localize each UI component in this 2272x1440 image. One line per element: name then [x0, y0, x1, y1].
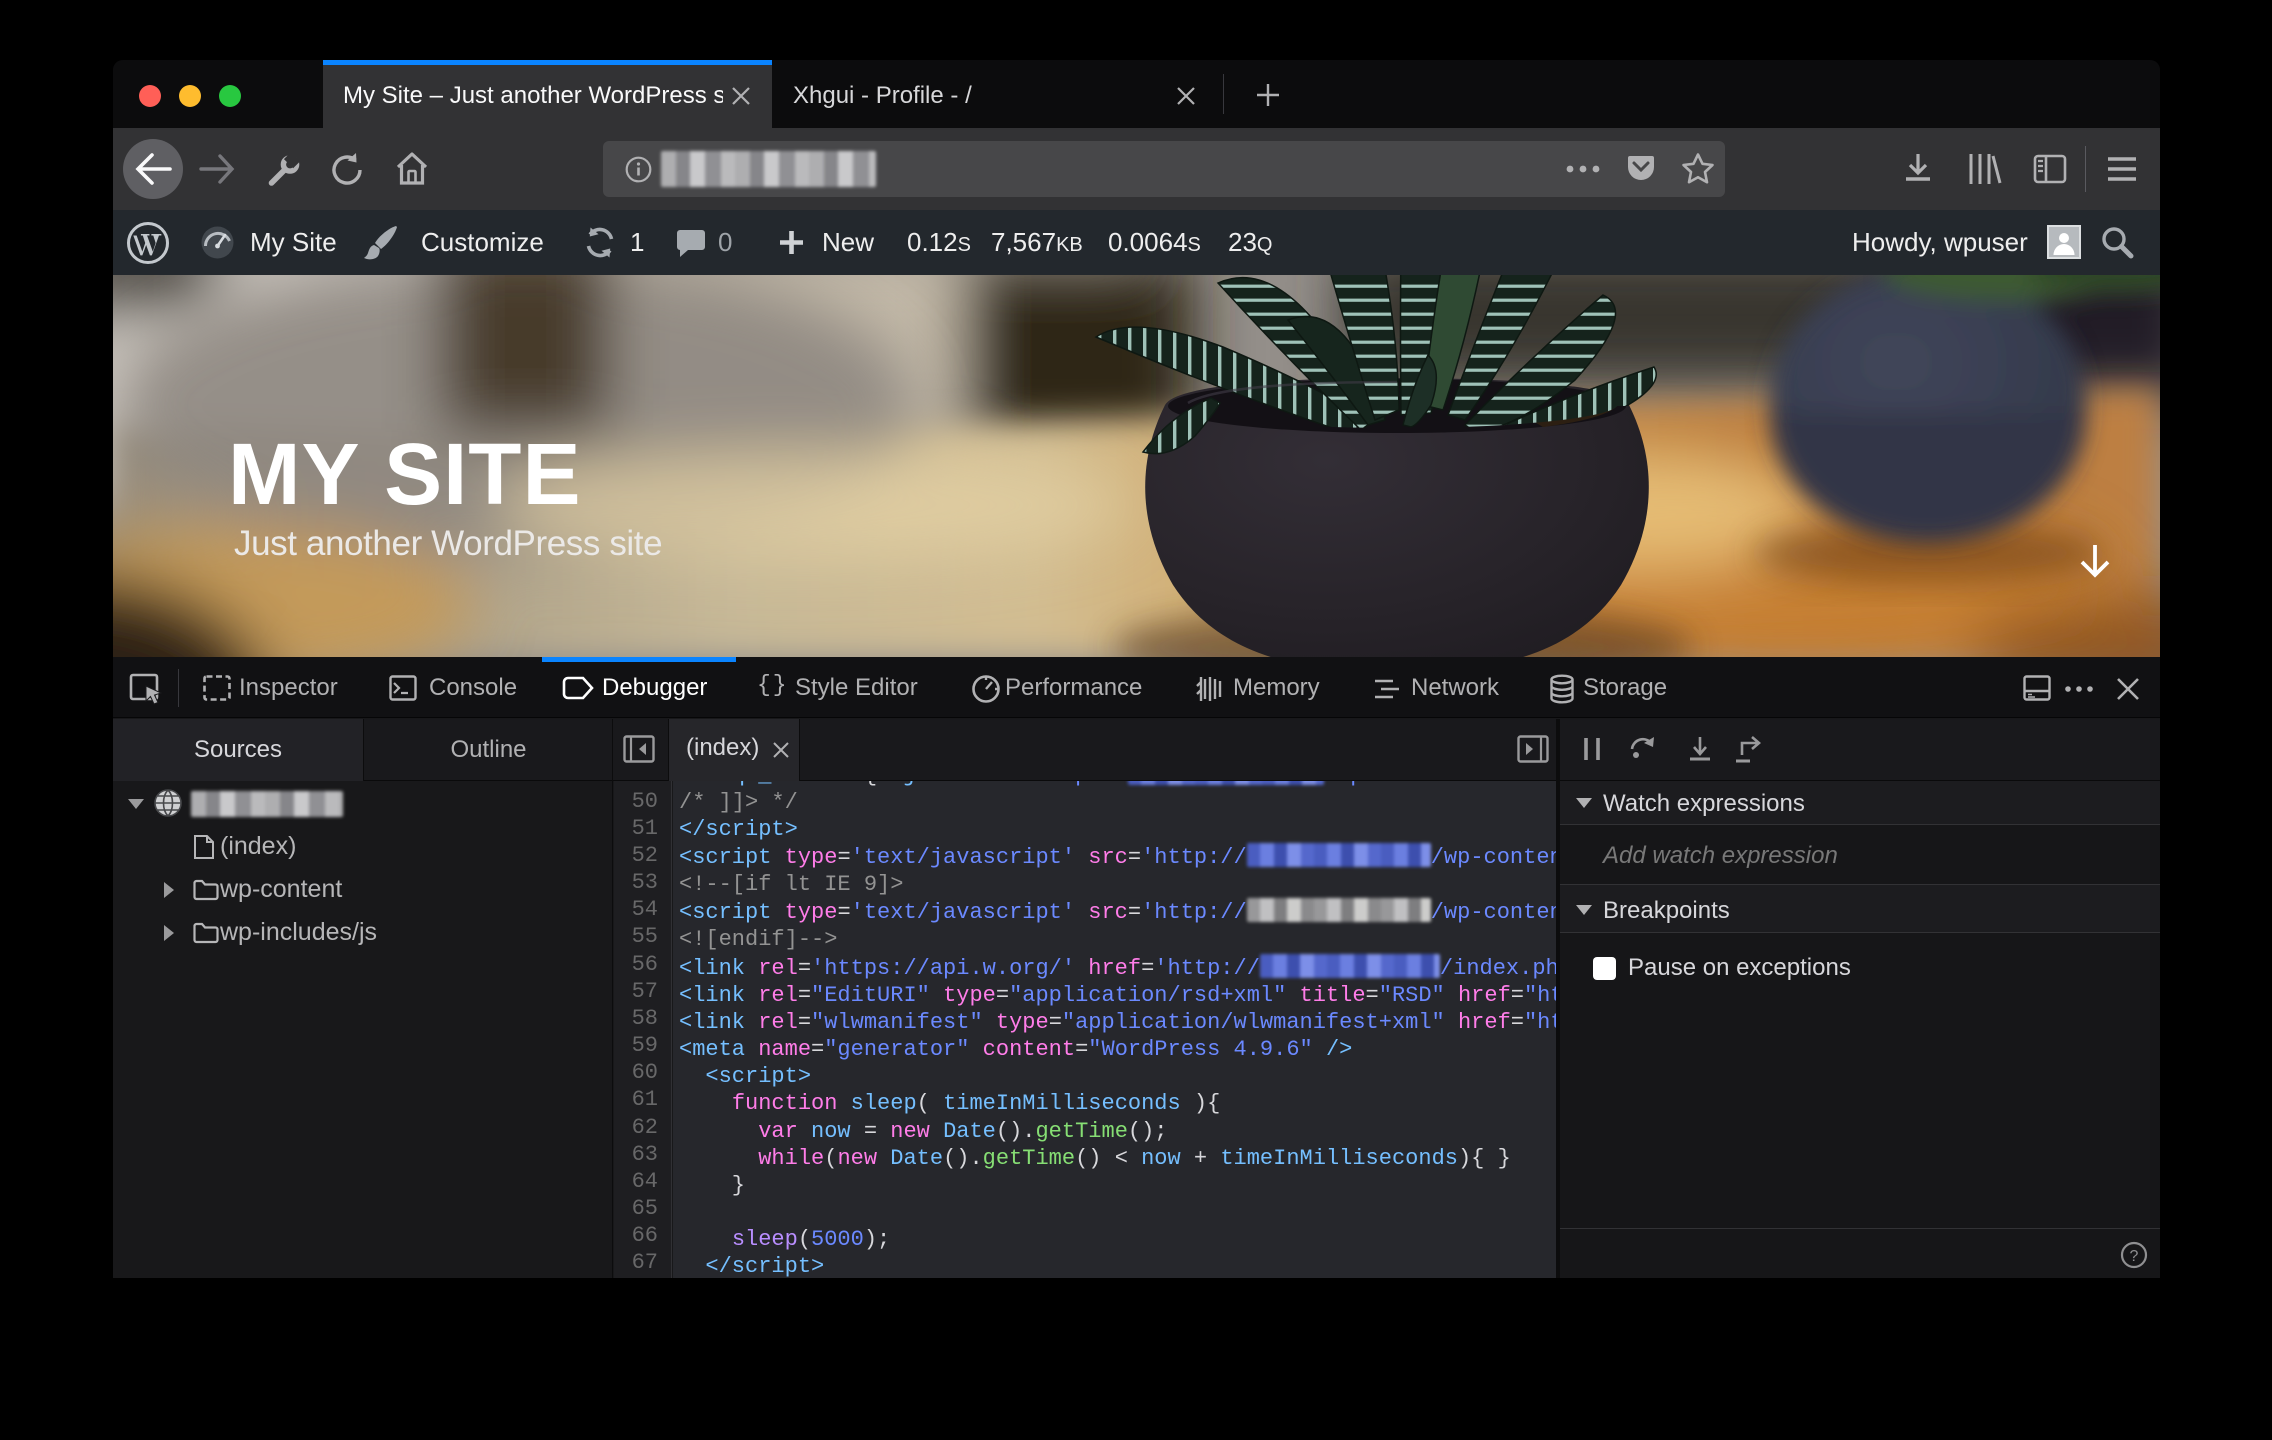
- svg-text:?: ?: [2130, 1248, 2139, 1265]
